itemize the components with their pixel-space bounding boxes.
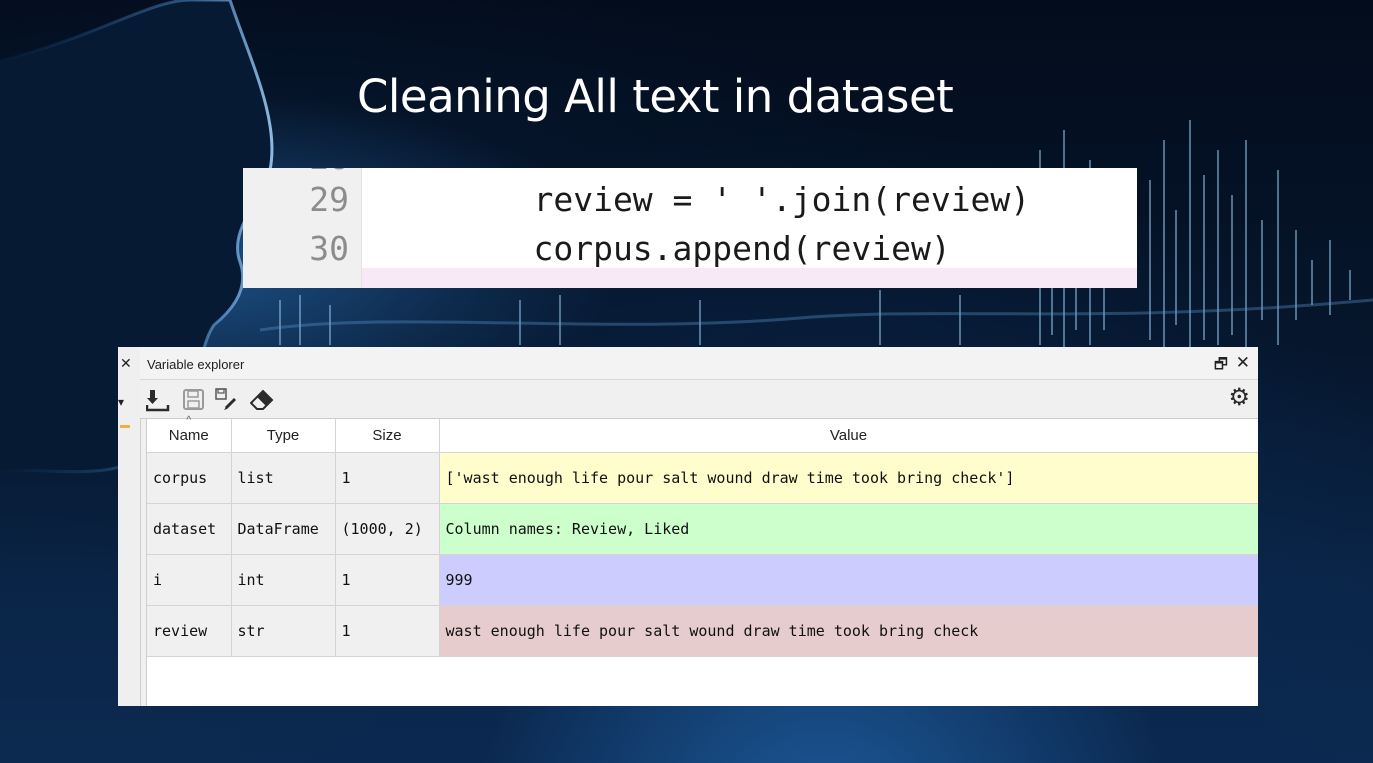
table-row[interactable]: review str 1 wast enough life pour salt … [147,605,1258,657]
variable-type[interactable]: int [231,554,336,606]
line-number: 30 [309,229,349,268]
import-data-icon[interactable] [146,388,170,412]
partial-line-number: 28 [243,168,349,177]
sort-indicator-icon: ^ [186,415,192,426]
save-data-icon[interactable] [182,388,206,412]
column-header-type[interactable]: Type [231,419,336,453]
remove-all-variables-icon[interactable] [250,388,274,412]
column-header-size[interactable]: Size [335,419,440,453]
variable-size[interactable]: 1 [335,554,440,606]
slide-title: Cleaning All text in dataset [357,70,954,123]
column-header-name[interactable]: ^ Name [147,415,232,453]
table-header-row: ^ Name Type Size Value [147,415,1258,453]
wave-line [259,298,1373,332]
tab-indicator [120,425,130,428]
variable-type[interactable]: DataFrame [231,503,336,555]
code-snippet: 28 31 29 review = ' '.join(review) 30 co… [243,168,1137,288]
variable-value[interactable]: Column names: Review, Liked [439,503,1258,555]
variable-size[interactable]: 1 [335,605,440,657]
current-line-highlight [362,268,1137,288]
adjacent-pane-edge: ✕ ▾ [118,347,141,706]
options-gear-icon[interactable]: ⚙ [1228,386,1250,410]
panel-title: Variable explorer [147,357,245,372]
code-line: review = ' '.join(review) [454,180,1031,219]
variable-size[interactable]: (1000, 2) [335,503,440,555]
variable-type[interactable]: list [231,452,336,504]
variable-name[interactable]: review [147,605,232,657]
panel-titlebar: Variable explorer 🗗 ✕ [140,347,1258,380]
variable-value[interactable]: ['wast enough life pour salt wound draw … [439,452,1258,504]
variable-value[interactable]: wast enough life pour salt wound draw ti… [439,605,1258,657]
table-row[interactable]: corpus list 1 ['wast enough life pour sa… [147,452,1258,504]
table-row[interactable]: i int 1 999 [147,554,1258,606]
close-icon[interactable]: ✕ [1236,353,1250,373]
panel-toolbar: ⚙ [140,380,1258,419]
variable-explorer-panel: ✕ ▾ Variable explorer 🗗 ✕ ⚙ ^ Name Type … [118,347,1258,706]
variables-table: ^ Name Type Size Value corpus list 1 ['wa… [147,415,1258,657]
chevron-down-icon[interactable]: ▾ [118,395,124,409]
variable-name[interactable]: dataset [147,503,232,555]
table-row[interactable]: dataset DataFrame (1000, 2) Column names… [147,503,1258,555]
line-number: 29 [309,180,349,219]
variable-name[interactable]: corpus [147,452,232,504]
column-header-value[interactable]: Value [439,419,1258,453]
close-icon[interactable]: ✕ [120,355,132,372]
variables-table-container: ^ Name Type Size Value corpus list 1 ['wa… [146,415,1258,706]
variable-type[interactable]: str [231,605,336,657]
code-line: corpus.append(review) [454,229,951,268]
variable-value[interactable]: 999 [439,554,1258,606]
variable-name[interactable]: i [147,554,232,606]
save-as-icon[interactable] [214,388,238,412]
undock-icon[interactable]: 🗗 [1214,354,1228,379]
variable-size[interactable]: 1 [335,452,440,504]
